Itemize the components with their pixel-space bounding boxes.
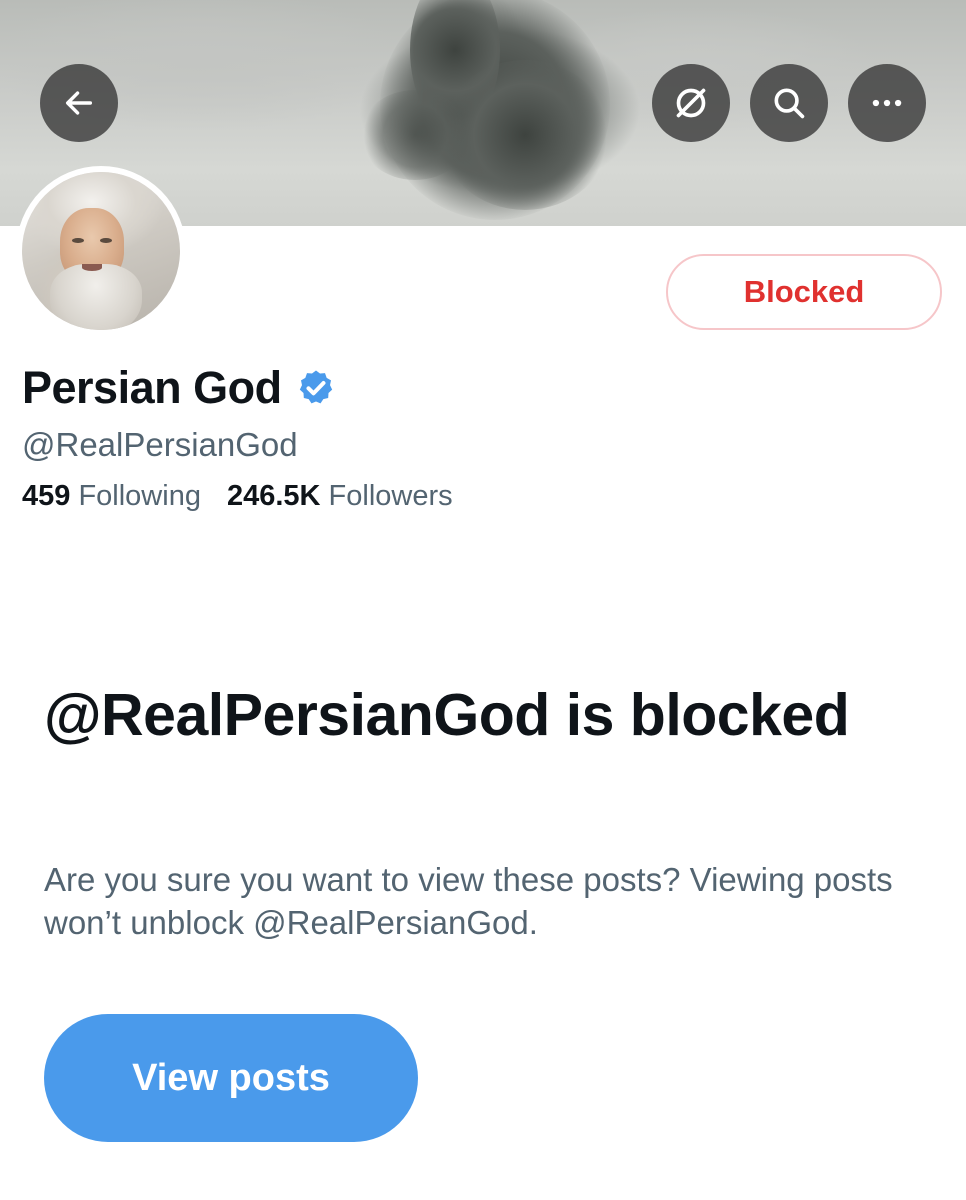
following-count: 459 [22,480,71,512]
profile-handle: @RealPersianGod [22,426,298,463]
avatar-image [22,172,180,330]
display-name: Persian God [22,362,282,413]
profile-page: Blocked Persian God @RealPersianGod 459 … [0,0,966,1200]
blocked-button-label: Blocked [743,274,865,309]
arrow-left-icon [65,91,93,115]
view-posts-label: View posts [132,1056,330,1099]
avatar[interactable] [16,166,186,336]
search-icon [774,88,805,119]
search-button[interactable] [750,64,828,142]
back-button[interactable] [40,64,118,142]
following-label: Following [78,480,201,512]
more-horizontal-icon [872,99,902,107]
followers-count: 246.5K [226,480,321,512]
profile-name-row: Persian God [22,358,336,418]
profile-stats: 459 Following 246.5K Followers [22,480,453,513]
following-link[interactable]: 459 Following [22,480,201,512]
slashed-circle-icon [676,88,706,118]
verified-badge-icon[interactable] [296,368,336,408]
followers-label: Followers [328,480,453,512]
grok-button[interactable] [652,64,730,142]
blocked-notice-description: Are you sure you want to view these post… [44,861,893,941]
view-posts-button[interactable]: View posts [44,1014,418,1142]
blocked-notice-title: @RealPersianGod is blocked [44,682,850,748]
followers-link[interactable]: 246.5K Followers [227,480,453,512]
blocked-button[interactable]: Blocked [666,254,942,330]
more-button[interactable] [848,64,926,142]
